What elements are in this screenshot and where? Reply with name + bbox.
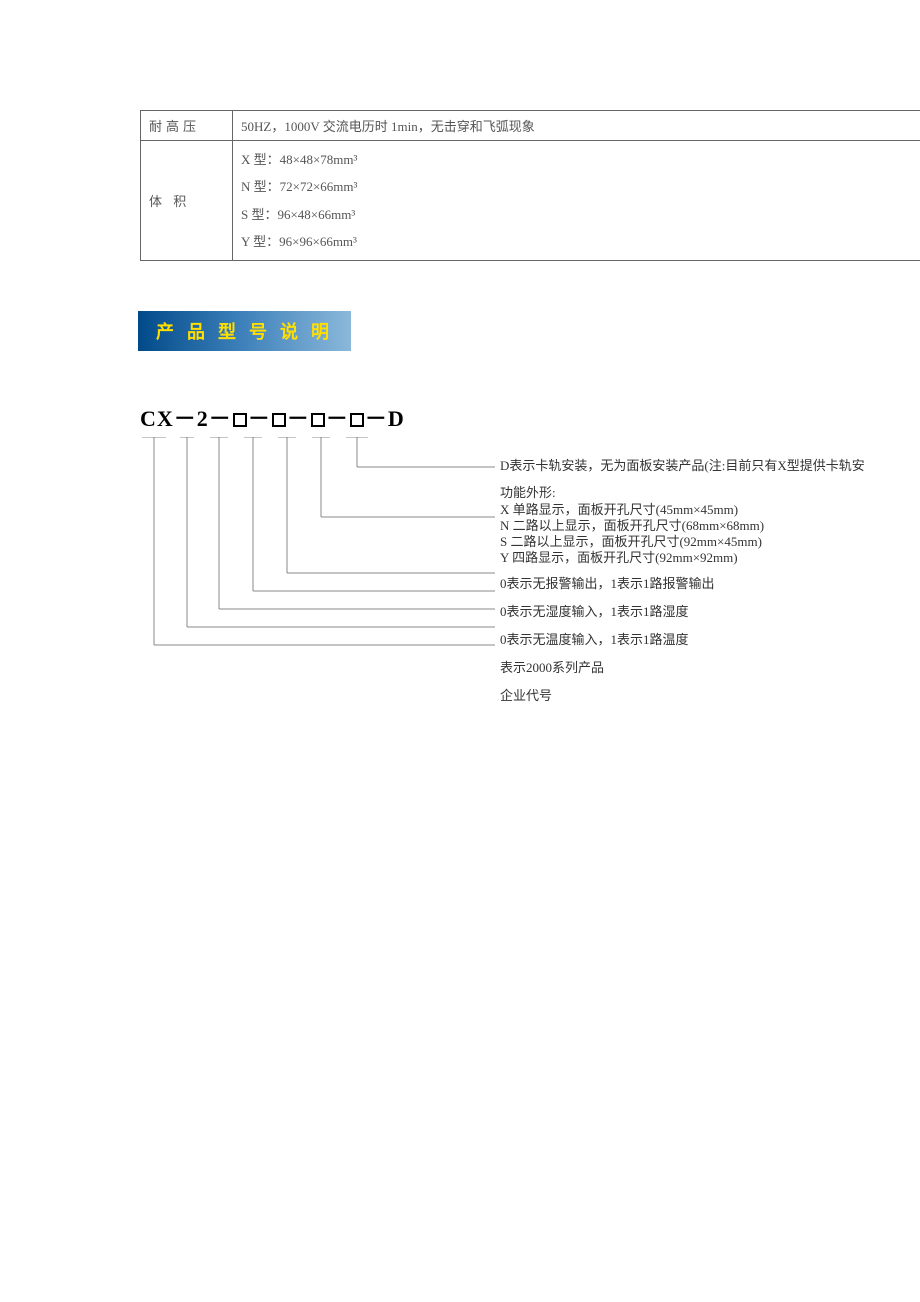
desc-alarm: 0表示无报警输出，1表示1路报警输出 <box>500 575 865 593</box>
placeholder-box <box>233 413 247 427</box>
row-volume-label: 体 积 <box>141 141 233 261</box>
dash: － <box>326 406 349 431</box>
fn-x: X 单路显示，面板开孔尺寸(45mm×45mm) <box>500 502 865 518</box>
model-prefix: CX <box>140 406 174 431</box>
fn-title: 功能外形: <box>500 485 865 501</box>
desc-company: 企业代号 <box>500 687 865 705</box>
description-list: D表示卡轨安装，无为面板安装产品(注:目前只有X型提供卡轨安 功能外形: X 单… <box>500 457 865 715</box>
placeholder-box <box>350 413 364 427</box>
row-volume-values: X 型：48×48×78mm³ N 型：72×72×66mm³ S 型：96×4… <box>233 141 920 261</box>
volume-y: Y 型：96×96×66mm³ <box>241 228 920 255</box>
desc-humidity: 0表示无湿度输入，1表示1路湿度 <box>500 603 865 621</box>
model-code: CX－2－－－－－D <box>140 401 920 433</box>
fn-y: Y 四路显示，面板开孔尺寸(92mm×92mm) <box>500 550 865 566</box>
section-tag: 产 品 型 号 说 明 <box>138 311 351 351</box>
model-two: 2 <box>197 406 209 431</box>
row-voltage-label: 耐高压 <box>141 111 233 141</box>
desc-series: 表示2000系列产品 <box>500 659 865 677</box>
dash: － <box>248 406 271 431</box>
dash: － <box>287 406 310 431</box>
volume-n: N 型：72×72×66mm³ <box>241 173 920 200</box>
section-title: 产 品 型 号 说 明 <box>138 311 351 351</box>
dash: － <box>209 406 232 431</box>
volume-s: S 型：96×48×66mm³ <box>241 201 920 228</box>
volume-x: X 型：48×48×78mm³ <box>241 146 920 173</box>
model-suffix: D <box>388 406 405 431</box>
spec-table: 耐高压 50HZ，1000V 交流电历时 1min，无击穿和飞弧现象 体 积 X… <box>140 110 920 261</box>
dash: － <box>174 406 197 431</box>
dash: － <box>365 406 388 431</box>
desc-function-shape: 功能外形: X 单路显示，面板开孔尺寸(45mm×45mm) N 二路以上显示，… <box>500 485 865 566</box>
fn-n: N 二路以上显示，面板开孔尺寸(68mm×68mm) <box>500 518 865 534</box>
desc-temperature: 0表示无温度输入，1表示1路温度 <box>500 631 865 649</box>
bracket-lines <box>140 437 500 657</box>
placeholder-box <box>311 413 325 427</box>
desc-rail-mount: D表示卡轨安装，无为面板安装产品(注:目前只有X型提供卡轨安 <box>500 457 865 475</box>
model-diagram: CX－2－－－－－D <box>140 401 920 653</box>
row-voltage-value: 50HZ，1000V 交流电历时 1min，无击穿和飞弧现象 <box>233 111 920 141</box>
fn-s: S 二路以上显示，面板开孔尺寸(92mm×45mm) <box>500 534 865 550</box>
placeholder-box <box>272 413 286 427</box>
